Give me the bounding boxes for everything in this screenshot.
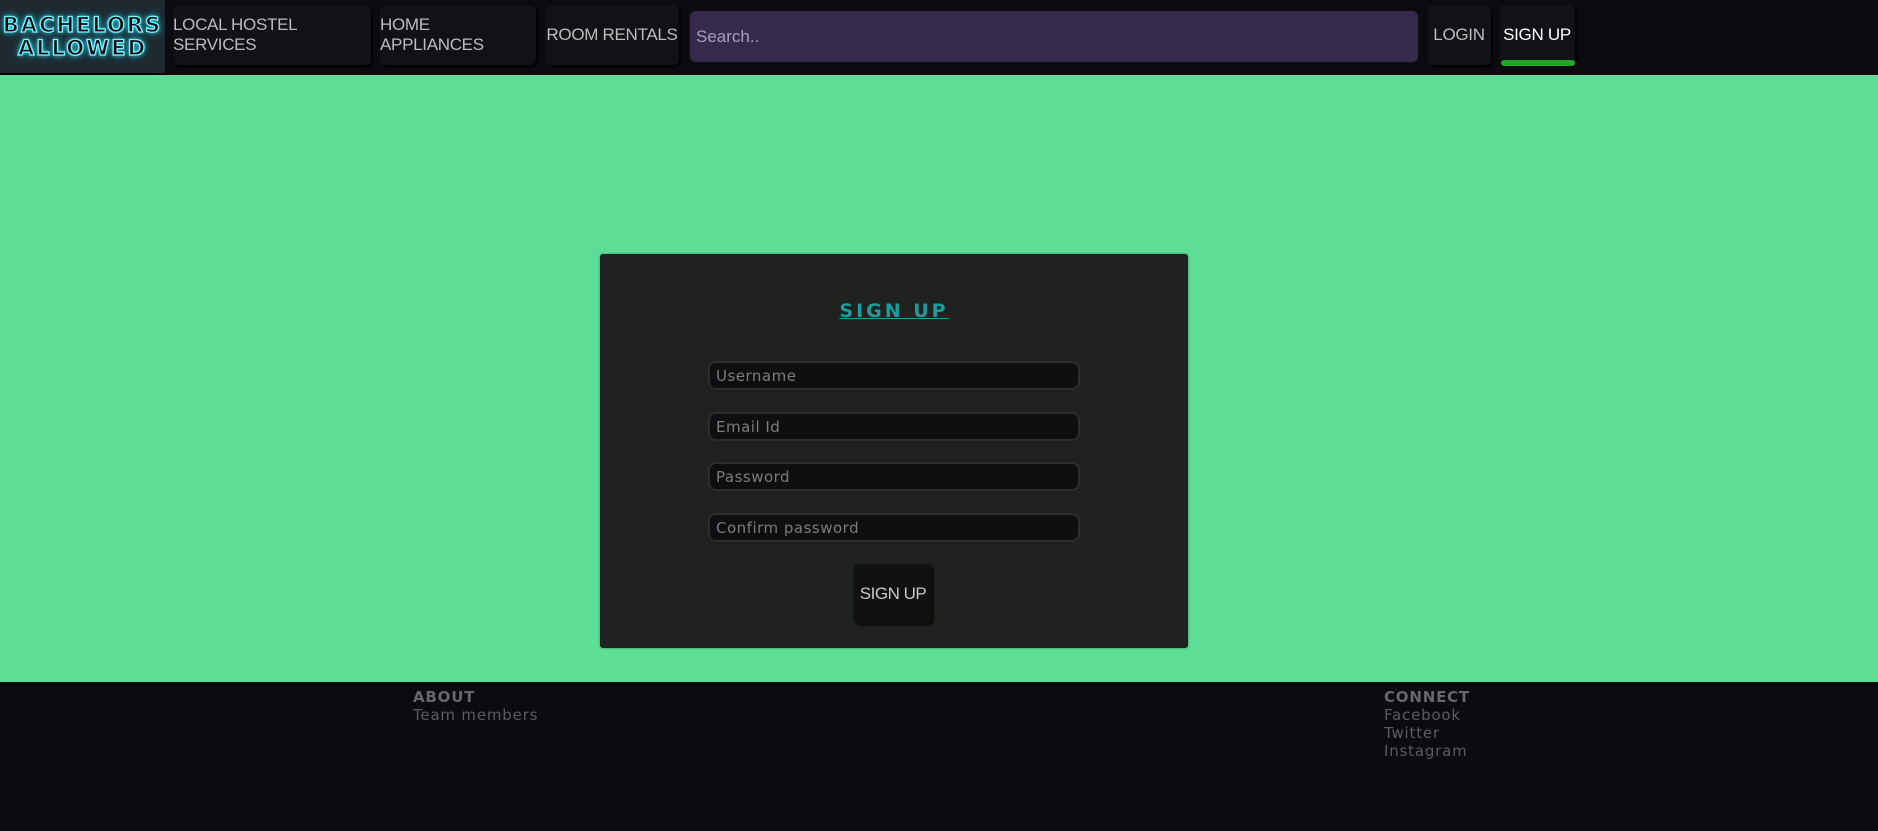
logo[interactable]: BACHELORS ALLOWED <box>0 0 165 73</box>
search-input[interactable] <box>689 10 1419 63</box>
logo-line-1: BACHELORS <box>2 12 163 37</box>
logo-line-2: ALLOWED <box>17 35 148 60</box>
footer-about-heading: ABOUT <box>413 688 476 706</box>
active-nav-indicator <box>1501 60 1575 66</box>
email-field[interactable] <box>708 412 1080 441</box>
confirm-password-field[interactable] <box>708 513 1080 542</box>
password-field[interactable] <box>708 462 1080 491</box>
signup-card: SIGN UP SIGN UP <box>600 254 1188 648</box>
main-content: SIGN UP SIGN UP <box>0 75 1878 682</box>
signup-submit-button[interactable]: SIGN UP <box>854 564 932 624</box>
username-field[interactable] <box>708 361 1080 390</box>
top-navbar: BACHELORS ALLOWED LOCAL HOSTEL SERVICES … <box>0 0 1878 75</box>
footer: ABOUT Team members CONNECT Facebook Twit… <box>0 682 1878 831</box>
footer-link-instagram[interactable]: Instagram <box>1384 742 1470 760</box>
footer-link-facebook[interactable]: Facebook <box>1384 706 1470 724</box>
footer-connect-section: CONNECT Facebook Twitter Instagram <box>1384 688 1470 760</box>
footer-link-twitter[interactable]: Twitter <box>1384 724 1470 742</box>
nav-room-rentals[interactable]: ROOM RENTALS <box>545 5 679 65</box>
footer-link-team-members[interactable]: Team members <box>413 706 538 724</box>
nav-local-hostel-services[interactable]: LOCAL HOSTEL SERVICES <box>173 5 371 65</box>
nav-signup[interactable]: SIGN UP <box>1499 5 1575 65</box>
nav-login[interactable]: LOGIN <box>1427 5 1491 65</box>
nav-home-appliances[interactable]: HOME APPLIANCES <box>380 5 536 65</box>
footer-about-section: ABOUT Team members <box>413 688 538 724</box>
signup-title: SIGN UP <box>839 300 949 322</box>
footer-connect-heading: CONNECT <box>1384 688 1470 706</box>
